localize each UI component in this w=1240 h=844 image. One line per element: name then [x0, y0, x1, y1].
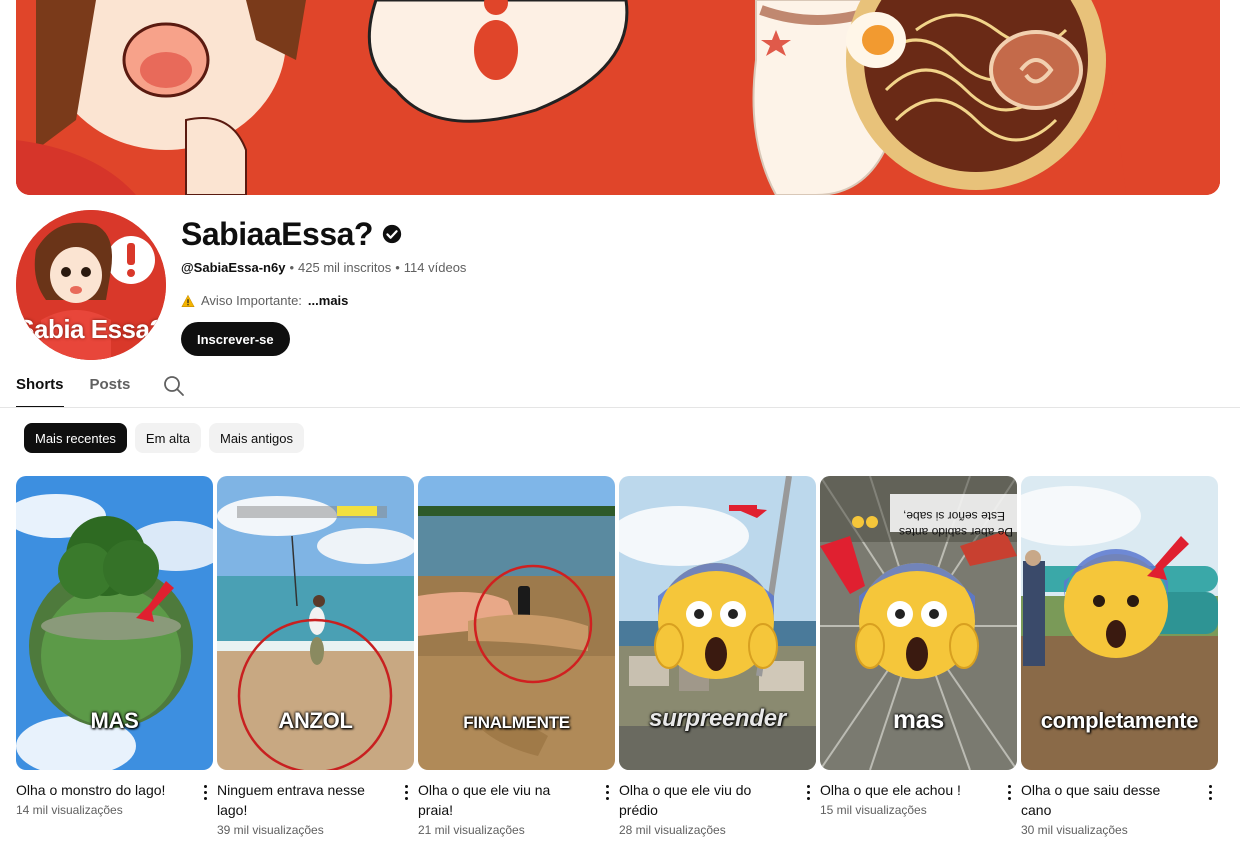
short-thumbnail[interactable]: Este señor si sabe, De aber sabido antes… — [820, 476, 1017, 770]
short-info: Olha o que ele viu na praia! 21 mil visu… — [418, 780, 615, 837]
short-views: 21 mil visualizações — [418, 823, 525, 837]
short-title[interactable]: Olha o que ele viu do prédio — [619, 780, 789, 820]
tab-posts[interactable]: Posts — [90, 366, 131, 408]
avatar-text: Sabia Essa? — [17, 314, 165, 344]
short-views: 30 mil visualizações — [1021, 823, 1128, 837]
more-options-icon[interactable] — [1202, 782, 1218, 802]
short-thumbnail[interactable]: surpreender — [619, 476, 816, 770]
short-info: Olha o que saiu desse cano 30 mil visual… — [1021, 780, 1218, 837]
thumbnail-caption: completamente — [1040, 708, 1199, 733]
notice-label: Aviso Importante: — [201, 293, 302, 308]
short-views: 15 mil visualizações — [820, 803, 927, 817]
search-icon[interactable] — [162, 374, 186, 398]
short-title[interactable]: Olha o que ele achou ! — [820, 780, 990, 800]
short-views: 14 mil visualizações — [16, 803, 123, 817]
more-options-icon[interactable] — [800, 782, 816, 802]
chip-mais-antigos[interactable]: Mais antigos — [209, 423, 304, 453]
thumbnail-caption: FINALMENTE — [463, 713, 570, 732]
channel-info: SabiaaEssa? @SabiaEssa-n6y • 425 mil ins… — [181, 214, 466, 356]
short-thumbnail[interactable]: FINALMENTE — [418, 476, 615, 770]
warning-icon — [181, 294, 195, 307]
more-options-icon[interactable] — [599, 782, 615, 802]
short-card[interactable]: Este señor si sabe, De aber sabido antes… — [820, 476, 1017, 837]
short-views: 39 mil visualizações — [217, 823, 324, 837]
more-options-icon[interactable] — [398, 782, 414, 802]
chip-mais-recentes[interactable]: Mais recentes — [24, 423, 127, 453]
channel-description[interactable]: Aviso Importante: ...mais — [181, 293, 466, 308]
more-options-icon[interactable] — [197, 782, 213, 802]
more-link[interactable]: ...mais — [308, 293, 348, 308]
short-card[interactable]: completamente Olha o que saiu desse cano… — [1021, 476, 1218, 837]
short-thumbnail[interactable]: MAS — [16, 476, 213, 770]
thumbnail-caption: surpreender — [649, 705, 786, 732]
short-info: Olha o monstro do lago! 14 mil visualiza… — [16, 780, 213, 817]
short-title[interactable]: Olha o monstro do lago! — [16, 780, 186, 800]
channel-banner — [16, 0, 1220, 195]
thumbnail-caption: MAS — [90, 708, 139, 733]
subscribe-button[interactable]: Inscrever-se — [181, 322, 290, 356]
meta-separator: • — [395, 260, 400, 275]
short-card[interactable]: ANZOL Ninguem entrava nesse lago! 39 mil… — [217, 476, 414, 837]
short-card[interactable]: FINALMENTE Olha o que ele viu na praia! … — [418, 476, 615, 837]
chip-em-alta[interactable]: Em alta — [134, 423, 201, 453]
channel-title-row: SabiaaEssa? — [181, 214, 466, 254]
thumbnail-caption-line-1: Este señor si sabe, — [903, 509, 1005, 523]
thumbnail-caption: mas — [892, 704, 945, 734]
channel-name: SabiaaEssa? — [181, 215, 373, 252]
more-options-icon[interactable] — [1001, 782, 1017, 802]
sort-chips: Mais recentes Em alta Mais antigos — [24, 423, 304, 453]
channel-avatar[interactable]: Sabia Essa? — [16, 210, 166, 360]
short-thumbnail[interactable]: ANZOL — [217, 476, 414, 770]
short-title[interactable]: Ninguem entrava nesse lago! — [217, 780, 387, 820]
tab-shorts[interactable]: Shorts — [16, 366, 64, 408]
short-thumbnail[interactable]: completamente — [1021, 476, 1218, 770]
short-title[interactable]: Olha o que saiu desse cano — [1021, 780, 1191, 820]
thumbnail-caption: ANZOL — [278, 708, 353, 733]
short-card[interactable]: MAS Olha o monstro do lago! 14 mil visua… — [16, 476, 213, 837]
channel-meta: @SabiaEssa-n6y • 425 mil inscritos • 114… — [181, 260, 466, 275]
verified-check-icon — [382, 224, 402, 244]
short-title[interactable]: Olha o que ele viu na praia! — [418, 780, 588, 820]
video-count: 114 vídeos — [403, 260, 467, 275]
channel-handle: @SabiaEssa-n6y — [181, 260, 286, 275]
meta-separator: • — [289, 260, 295, 275]
subscriber-count: 425 mil inscritos — [298, 260, 392, 275]
short-info: Olha o que ele viu do prédio 28 mil visu… — [619, 780, 816, 837]
shorts-grid: MAS Olha o monstro do lago! 14 mil visua… — [16, 476, 1218, 837]
short-card[interactable]: surpreender Olha o que ele viu do prédio… — [619, 476, 816, 837]
short-views: 28 mil visualizações — [619, 823, 726, 837]
channel-tabs: Shorts Posts — [16, 366, 186, 408]
short-info: Ninguem entrava nesse lago! 39 mil visua… — [217, 780, 414, 837]
tabs-divider — [0, 407, 1240, 408]
thumbnail-caption-line-2: De aber sabido antes — [899, 525, 1013, 539]
short-info: Olha o que ele achou ! 15 mil visualizaç… — [820, 780, 1017, 817]
